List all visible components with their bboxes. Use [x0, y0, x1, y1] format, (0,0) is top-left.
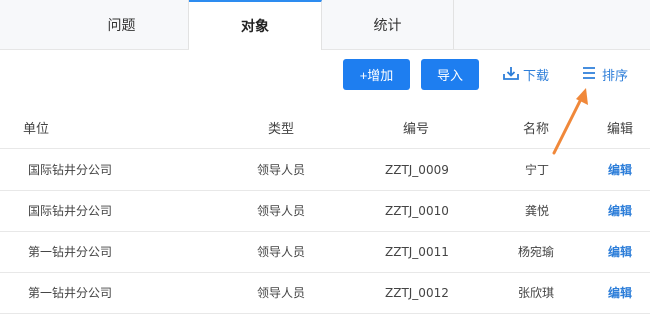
cell-type: 领导人员 — [257, 245, 306, 259]
cell-type: 领导人员 — [257, 204, 306, 218]
cell-name: 龚悦 — [525, 204, 550, 218]
menu-lines-icon — [581, 66, 600, 84]
table-row: 第一钻井分公司 领导人员 ZZTJ_0011 杨宛瑜 编辑 — [0, 231, 650, 273]
header-edit: 编辑 — [607, 122, 634, 137]
edit-link[interactable]: 编辑 — [608, 149, 632, 190]
cell-type: 领导人员 — [257, 163, 306, 177]
header-type: 类型 — [268, 122, 295, 137]
cell-code: ZZTJ_0009 — [385, 162, 449, 177]
header-code: 编号 — [403, 122, 430, 137]
tab-objects[interactable]: 对象 — [189, 0, 322, 50]
import-button[interactable]: 导入 — [421, 59, 479, 90]
cell-unit: 国际钻井分公司 — [28, 163, 113, 177]
cell-unit: 第一钻井分公司 — [28, 245, 113, 259]
table-row: 第一钻井分公司 领导人员 ZZTJ_0012 张欣琪 编辑 — [0, 272, 650, 314]
cell-unit: 国际钻井分公司 — [28, 204, 113, 218]
header-unit: 单位 — [23, 122, 50, 137]
cell-code: ZZTJ_0010 — [385, 203, 449, 218]
edit-link[interactable]: 编辑 — [608, 231, 632, 272]
annotation-arrow — [552, 88, 588, 155]
edit-link[interactable]: 编辑 — [608, 190, 632, 231]
tab-bar: 问题 对象 统计 — [0, 0, 650, 50]
sort-label: 排序 — [602, 69, 629, 84]
tab-spacer — [0, 0, 56, 49]
cell-code: ZZTJ_0011 — [385, 244, 449, 259]
download-icon — [502, 65, 523, 85]
table-row: 国际钻井分公司 领导人员 ZZTJ_0010 龚悦 编辑 — [0, 190, 650, 232]
download-button[interactable]: 下载 — [502, 59, 549, 90]
download-label: 下载 — [523, 69, 550, 84]
tab-issues[interactable]: 问题 — [55, 0, 189, 49]
tab-statistics[interactable]: 统计 — [322, 0, 454, 49]
tab-spacer-right — [454, 0, 650, 49]
add-button[interactable]: +增加 — [343, 59, 410, 90]
cell-name: 杨宛瑜 — [518, 245, 555, 259]
